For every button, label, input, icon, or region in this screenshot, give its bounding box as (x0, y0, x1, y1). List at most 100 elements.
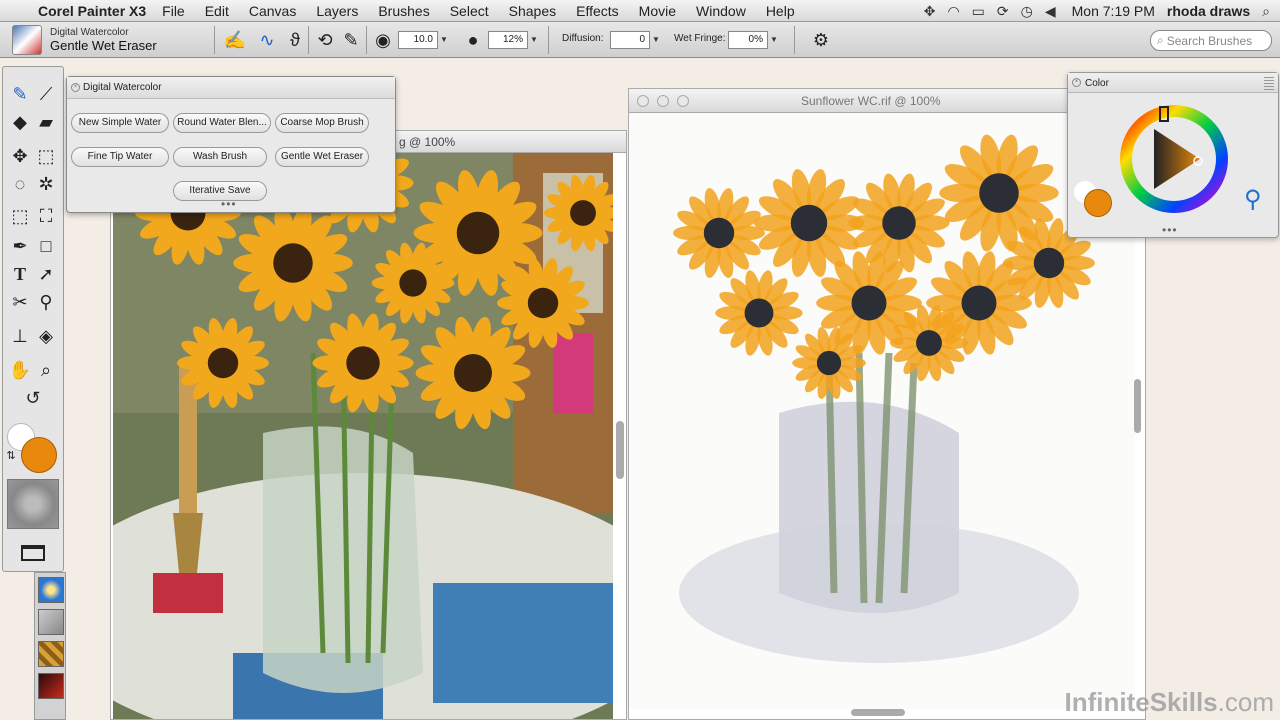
digital-watercolor-palette: × Digital Watercolor New Simple Water Ro… (66, 76, 396, 213)
color-panel-titlebar[interactable]: × Color (1068, 73, 1278, 93)
menu-layers[interactable]: Layers (316, 3, 358, 19)
round-water-blender-button[interactable]: Round Water Blen... (173, 113, 271, 133)
vertical-scrollbar[interactable] (1134, 379, 1141, 433)
vertical-scrollbar[interactable] (616, 421, 624, 479)
diffusion-label: Diffusion: (562, 33, 604, 44)
lasso-tool-icon[interactable]: ◌ (7, 171, 33, 197)
menu-brushes[interactable]: Brushes (378, 3, 429, 19)
separator (548, 26, 549, 54)
freehand-line-icon[interactable]: ∿ (254, 27, 280, 53)
color-wheel[interactable] (1118, 103, 1230, 215)
main-color-swatch[interactable] (1084, 189, 1112, 217)
menu-file[interactable]: File (162, 3, 185, 19)
grabber-hand-icon[interactable]: ✋ (7, 357, 33, 383)
menu-edit[interactable]: Edit (205, 3, 229, 19)
new-simple-water-button[interactable]: New Simple Water (71, 113, 169, 133)
paper-texture-swatch[interactable] (7, 479, 59, 529)
menu-window[interactable]: Window (696, 3, 746, 19)
weaves-library-icon[interactable] (38, 641, 64, 667)
text-tool-icon[interactable]: T (7, 261, 33, 287)
brush-tool-icon[interactable]: ✎ (7, 81, 33, 107)
wet-fringe-dropdown-icon[interactable]: ▼ (768, 31, 780, 49)
close-window-icon[interactable] (637, 95, 649, 107)
separator (214, 26, 215, 54)
minimize-window-icon[interactable] (657, 95, 669, 107)
painting-canvas[interactable] (629, 113, 1135, 709)
spotlight-search-icon[interactable]: ⌕ (1262, 3, 1270, 20)
menu-shapes[interactable]: Shapes (509, 3, 556, 19)
menu-effects[interactable]: Effects (576, 3, 619, 19)
close-panel-icon[interactable]: × (1072, 78, 1081, 87)
gentle-wet-eraser-button[interactable]: Gentle Wet Eraser (275, 147, 369, 167)
perspective-guide-icon[interactable]: ⊥ (7, 323, 33, 349)
transform-tool-icon[interactable]: ⬚ (7, 203, 33, 229)
dropper-tool-icon[interactable]: ⟋ (33, 81, 59, 107)
sync-icon[interactable]: ⟳ (997, 3, 1009, 20)
opacity-field[interactable]: 12% (488, 31, 528, 49)
time-machine-icon[interactable]: ◷ (1021, 3, 1033, 20)
diffusion-field[interactable]: 0 (610, 31, 650, 49)
paint-bucket-icon[interactable]: ◆ (7, 109, 33, 135)
volume-icon[interactable]: ◀ (1045, 3, 1056, 20)
reference-image-window[interactable]: g @ 100% (110, 130, 627, 720)
display-icon[interactable]: ▭ (972, 3, 985, 20)
brush-selector[interactable]: Digital Watercolor Gentle Wet Eraser (12, 25, 208, 55)
diffusion-dropdown-icon[interactable]: ▼ (650, 31, 662, 49)
menu-help[interactable]: Help (766, 3, 795, 19)
brush-ghost-icon[interactable]: ✎ (338, 27, 364, 53)
cloner-tool-icon[interactable]: ✂ (7, 289, 33, 315)
menu-movie[interactable]: Movie (639, 3, 676, 19)
rotate-page-icon[interactable]: ↺ (20, 385, 46, 411)
wet-fringe-field[interactable]: 0% (728, 31, 768, 49)
palette-grip-icon[interactable]: ••• (221, 197, 237, 211)
document-title: Sunflower WC.rif @ 100% (801, 94, 941, 108)
iterative-save-button[interactable]: Iterative Save (173, 181, 267, 201)
menu-select[interactable]: Select (450, 3, 489, 19)
horizontal-scrollbar[interactable] (851, 709, 905, 716)
menu-clock[interactable]: Mon 7:19 PM (1072, 3, 1155, 19)
opacity-dropdown-icon[interactable]: ▼ (528, 31, 540, 49)
reference-photo[interactable] (113, 153, 613, 719)
reset-tool-icon[interactable]: ⟲ (312, 27, 338, 53)
crop-tool-icon[interactable]: ⛶ (33, 203, 59, 229)
wet-fringe-label: Wet Fringe: (674, 33, 726, 44)
screen-mode-icon[interactable] (21, 545, 45, 561)
mirror-painting-icon[interactable]: ◈ (33, 323, 59, 349)
close-palette-icon[interactable]: × (71, 83, 80, 92)
palette-titlebar[interactable]: × Digital Watercolor (67, 77, 395, 99)
app-menu[interactable]: Corel Painter X3 (38, 3, 146, 19)
size-field[interactable]: 10.0 (398, 31, 438, 49)
coarse-mop-brush-button[interactable]: Coarse Mop Brush (275, 113, 369, 133)
pen-tool-icon[interactable]: ✒ (7, 233, 33, 259)
size-dropdown-icon[interactable]: ▼ (438, 31, 450, 49)
rectangle-shape-icon[interactable]: □ (33, 233, 59, 259)
move-arrows-icon[interactable]: ✥ (924, 3, 936, 20)
rectangular-selection-icon[interactable]: ⬚ (33, 143, 59, 169)
swap-colors-icon[interactable]: ⇅ (3, 443, 19, 469)
magic-wand-icon[interactable]: ✲ (33, 171, 59, 197)
freehand-stroke-icon[interactable]: ✍ (222, 27, 248, 53)
eraser-tool-icon[interactable]: ▰ (33, 109, 59, 135)
pattern-library-icon[interactable] (38, 609, 64, 635)
color-panel: × Color ⚲ ••• (1067, 72, 1279, 238)
looks-library-icon[interactable] (38, 673, 64, 699)
panel-grip-dots-icon[interactable]: ••• (1162, 223, 1178, 237)
zoom-window-icon[interactable] (677, 95, 689, 107)
shape-selection-icon[interactable]: ➚ (33, 261, 59, 287)
search-brushes-input[interactable]: ⌕ Search Brushes (1150, 30, 1272, 51)
panel-grip-icon[interactable] (1264, 77, 1274, 91)
palette-title: Digital Watercolor (83, 82, 162, 93)
wifi-icon[interactable]: ◠ (947, 3, 959, 20)
wash-brush-button[interactable]: Wash Brush (173, 147, 267, 167)
gradient-library-icon[interactable] (38, 577, 64, 603)
color-sampler-icon[interactable]: ⚲ (1244, 185, 1262, 214)
magnifier-icon[interactable]: ⌕ (33, 357, 59, 383)
layer-adjuster-icon[interactable]: ✥ (7, 143, 33, 169)
menu-canvas[interactable]: Canvas (249, 3, 296, 19)
straight-line-icon[interactable]: ϑ (282, 27, 308, 53)
rubber-stamp-icon[interactable]: ⚲ (33, 289, 59, 315)
user-menu[interactable]: rhoda draws (1167, 3, 1250, 19)
main-color-swatch[interactable] (21, 437, 57, 473)
fine-tip-water-button[interactable]: Fine Tip Water (71, 147, 169, 167)
dry-paint-icon[interactable]: ⚙ (808, 27, 834, 53)
